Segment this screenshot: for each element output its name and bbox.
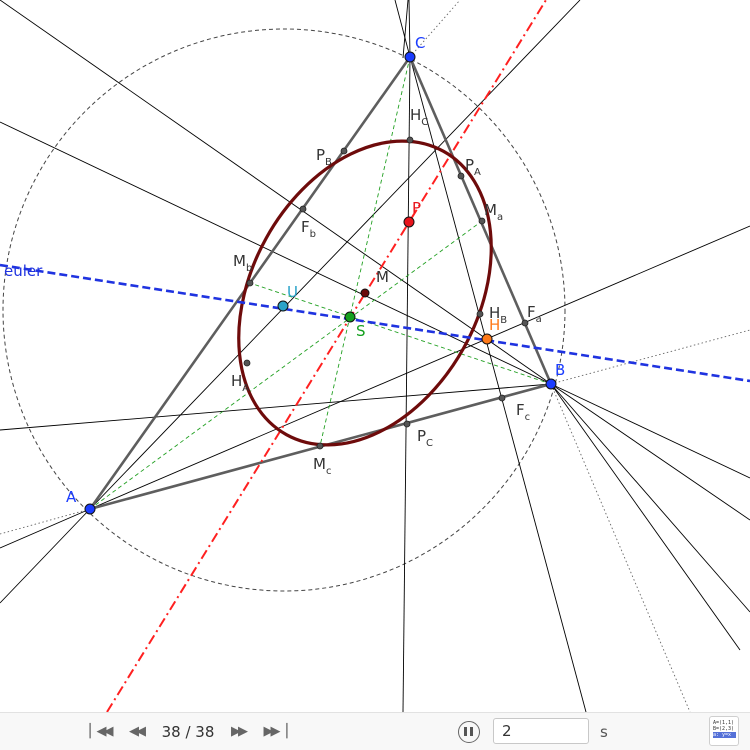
point-hc	[406, 136, 414, 144]
point-ha	[243, 359, 251, 367]
speed-unit-label: s	[600, 723, 608, 741]
point-hb	[476, 310, 484, 318]
euler-line[interactable]	[0, 263, 750, 383]
label-u: U	[287, 283, 298, 301]
label-p: P	[412, 199, 421, 217]
point-u	[277, 300, 289, 312]
label-mc: Mc	[313, 455, 331, 477]
skip-to-end-icon[interactable]: ▶▶▕	[262, 722, 288, 742]
point-s	[344, 311, 356, 323]
point-fb	[299, 205, 307, 213]
label-pb: PB	[316, 146, 332, 168]
median-lines	[89, 56, 552, 510]
point-mc	[316, 442, 324, 450]
pause-icon	[464, 727, 467, 736]
algebra-line: a: y=x	[713, 732, 736, 738]
label-ma: Ma	[484, 201, 503, 223]
red-dashdot-line	[106, 0, 547, 712]
label-euler: euler	[4, 262, 43, 280]
label-pa: PA	[465, 156, 481, 178]
point-h	[481, 333, 493, 345]
skip-to-start-icon[interactable]: ▏◀◀	[88, 722, 114, 742]
step-forward-icon[interactable]: ▶▶	[226, 722, 250, 742]
pause-button[interactable]	[458, 721, 480, 743]
point-fc	[498, 394, 506, 402]
label-c: C	[415, 34, 425, 52]
construction-canvas[interactable]: A B C P H S U M euler Ma Mb Mc HA HB HC …	[0, 0, 750, 712]
speed-input[interactable]	[493, 718, 589, 744]
label-m: M	[376, 268, 389, 286]
point-p[interactable]	[403, 216, 415, 228]
vertex-b[interactable]	[545, 378, 557, 390]
label-mb: Mb	[233, 252, 252, 274]
label-hc: HC	[410, 106, 428, 128]
label-pc: PC	[417, 427, 433, 449]
point-m	[360, 288, 370, 298]
label-a: A	[66, 488, 77, 506]
animation-toolbar: ▏◀◀ ◀◀ 38 / 38 ▶▶ ▶▶▕ s A=(1,1) B=(2,3) …	[0, 712, 750, 750]
step-back-icon[interactable]: ◀◀	[124, 722, 148, 742]
step-counter: 38 / 38	[161, 723, 215, 741]
point-pc	[403, 420, 411, 428]
label-s: S	[356, 322, 366, 340]
label-ha: HA	[231, 372, 249, 394]
algebra-view-button[interactable]: A=(1,1) B=(2,3) a: y=x	[709, 716, 739, 746]
triangle-sides	[88, 56, 553, 511]
point-mb	[246, 279, 254, 287]
label-fc: Fc	[516, 401, 530, 423]
point-pa	[457, 172, 465, 180]
vertex-a[interactable]	[84, 503, 96, 515]
point-pb	[340, 147, 348, 155]
label-fa: Fa	[527, 303, 542, 325]
label-b: B	[555, 361, 565, 379]
label-fb: Fb	[301, 218, 316, 240]
vertex-c[interactable]	[404, 51, 416, 63]
